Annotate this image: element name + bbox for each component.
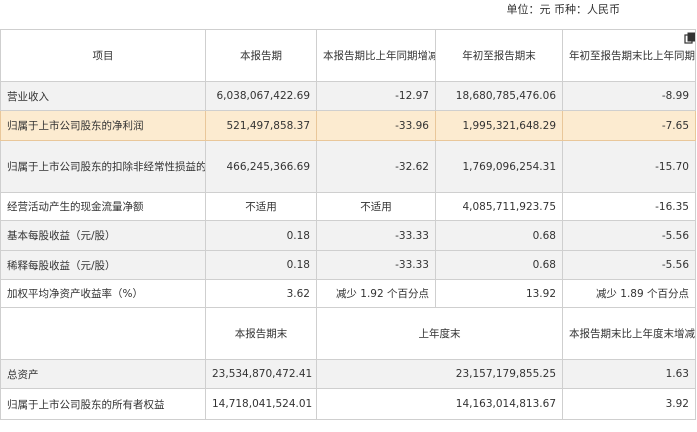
cell-ytd: 1,995,321,648.29 (435, 110, 563, 141)
cell-period-end: 23,534,870,472.41 (205, 359, 317, 389)
row-label: 归属于上市公司股东的净利润 (0, 110, 206, 141)
cell-yoy-change: -32.62 (316, 140, 436, 193)
cell-ytd: 1,769,096,254.31 (435, 140, 563, 193)
cell-period-end: 14,718,041,524.01 (205, 388, 317, 420)
row-label: 营业收入 (0, 81, 206, 111)
header-row: 项目 本报告期 本报告期比上年同期增减变动幅度(%) 年初至报告期末 年初至报告… (0, 29, 696, 82)
cell-current-period: 3.62 (205, 279, 317, 308)
unit-note: 单位：元 币种：人民币 (506, 3, 621, 16)
header-yoy-change: 本报告期比上年同期增减变动幅度(%) (316, 29, 436, 82)
cell-current-period: 466,245,366.69 (205, 140, 317, 193)
cell-yoy-change: -33.96 (316, 110, 436, 141)
header-blank (0, 307, 206, 360)
row-label: 稀释每股收益（元/股） (0, 250, 206, 280)
row-label: 归属于上市公司股东的扣除非经常性损益的净利润 (0, 140, 206, 193)
cell-current-period: 0.18 (205, 250, 317, 280)
cell-balance-change: 1.63 (562, 359, 696, 389)
cell-last-year-end: 23,157,179,855.25 (316, 359, 563, 389)
cell-ytd-change: -5.56 (562, 250, 696, 280)
cell-current-period: 6,038,067,422.69 (205, 81, 317, 111)
header-balance-change: 本报告期末比上年度末增减变动幅度(%) (562, 307, 696, 360)
table-row: 加权平均净资产收益率（%） 3.62 减少 1.92 个百分点 13.92 减少… (0, 279, 696, 308)
row-label: 基本每股收益（元/股） (0, 220, 206, 251)
table-row: 稀释每股收益（元/股） 0.18 -33.33 0.68 -5.56 (0, 250, 696, 280)
cell-yoy-change: -12.97 (316, 81, 436, 111)
cell-ytd-change: -8.99 (562, 81, 696, 111)
financial-data-table: 项目 本报告期 本报告期比上年同期增减变动幅度(%) 年初至报告期末 年初至报告… (0, 29, 696, 420)
cell-yoy-change: 不适用 (316, 192, 436, 221)
header-period-end: 本报告期末 (205, 307, 317, 360)
cell-ytd: 0.68 (435, 250, 563, 280)
cell-balance-change: 3.92 (562, 388, 696, 420)
table-row: 基本每股收益（元/股） 0.18 -33.33 0.68 -5.56 (0, 220, 696, 251)
header-current-period: 本报告期 (205, 29, 317, 82)
cell-ytd-change: -5.56 (562, 220, 696, 251)
table-row: 归属于上市公司股东的扣除非经常性损益的净利润 466,245,366.69 -3… (0, 140, 696, 193)
cell-last-year-end: 14,163,014,813.67 (316, 388, 563, 420)
row-label: 总资产 (0, 359, 206, 389)
cell-ytd-change: -7.65 (562, 110, 696, 141)
cell-current-period: 521,497,858.37 (205, 110, 317, 141)
table-row: 归属于上市公司股东的所有者权益 14,718,041,524.01 14,163… (0, 388, 696, 420)
table-row: 总资产 23,534,870,472.41 23,157,179,855.25 … (0, 359, 696, 389)
cell-ytd-change: 减少 1.89 个百分点 (562, 279, 696, 308)
header-ytd-change-label: 年初至报告期末比上年同期增减变动幅度(%) (569, 49, 695, 62)
cell-ytd-change: -15.70 (562, 140, 696, 193)
row-label: 归属于上市公司股东的所有者权益 (0, 388, 206, 420)
row-label: 加权平均净资产收益率（%） (0, 279, 206, 308)
header-last-year-end: 上年度末 (316, 307, 563, 360)
table-row: 营业收入 6,038,067,422.69 -12.97 18,680,785,… (0, 81, 696, 111)
cell-ytd-change: -16.35 (562, 192, 696, 221)
cell-ytd: 13.92 (435, 279, 563, 308)
table-row: 经营活动产生的现金流量净额 不适用 不适用 4,085,711,923.75 -… (0, 192, 696, 221)
cell-current-period: 0.18 (205, 220, 317, 251)
cell-yoy-change: 减少 1.92 个百分点 (316, 279, 436, 308)
cell-ytd: 0.68 (435, 220, 563, 251)
table-row-highlighted: 归属于上市公司股东的净利润 521,497,858.37 -33.96 1,99… (0, 110, 696, 141)
cell-ytd: 4,085,711,923.75 (435, 192, 563, 221)
cell-yoy-change: -33.33 (316, 220, 436, 251)
row-label: 经营活动产生的现金流量净额 (0, 192, 206, 221)
header-row-balance: 本报告期末 上年度末 本报告期末比上年度末增减变动幅度(%) (0, 307, 696, 360)
header-ytd: 年初至报告期末 (435, 29, 563, 82)
header-ytd-change: 年初至报告期末比上年同期增减变动幅度(%) (562, 29, 696, 82)
cell-yoy-change: -33.33 (316, 250, 436, 280)
cell-current-period: 不适用 (205, 192, 317, 221)
cell-ytd: 18,680,785,476.06 (435, 81, 563, 111)
header-item: 项目 (0, 29, 206, 82)
copy-icon[interactable] (684, 32, 696, 44)
